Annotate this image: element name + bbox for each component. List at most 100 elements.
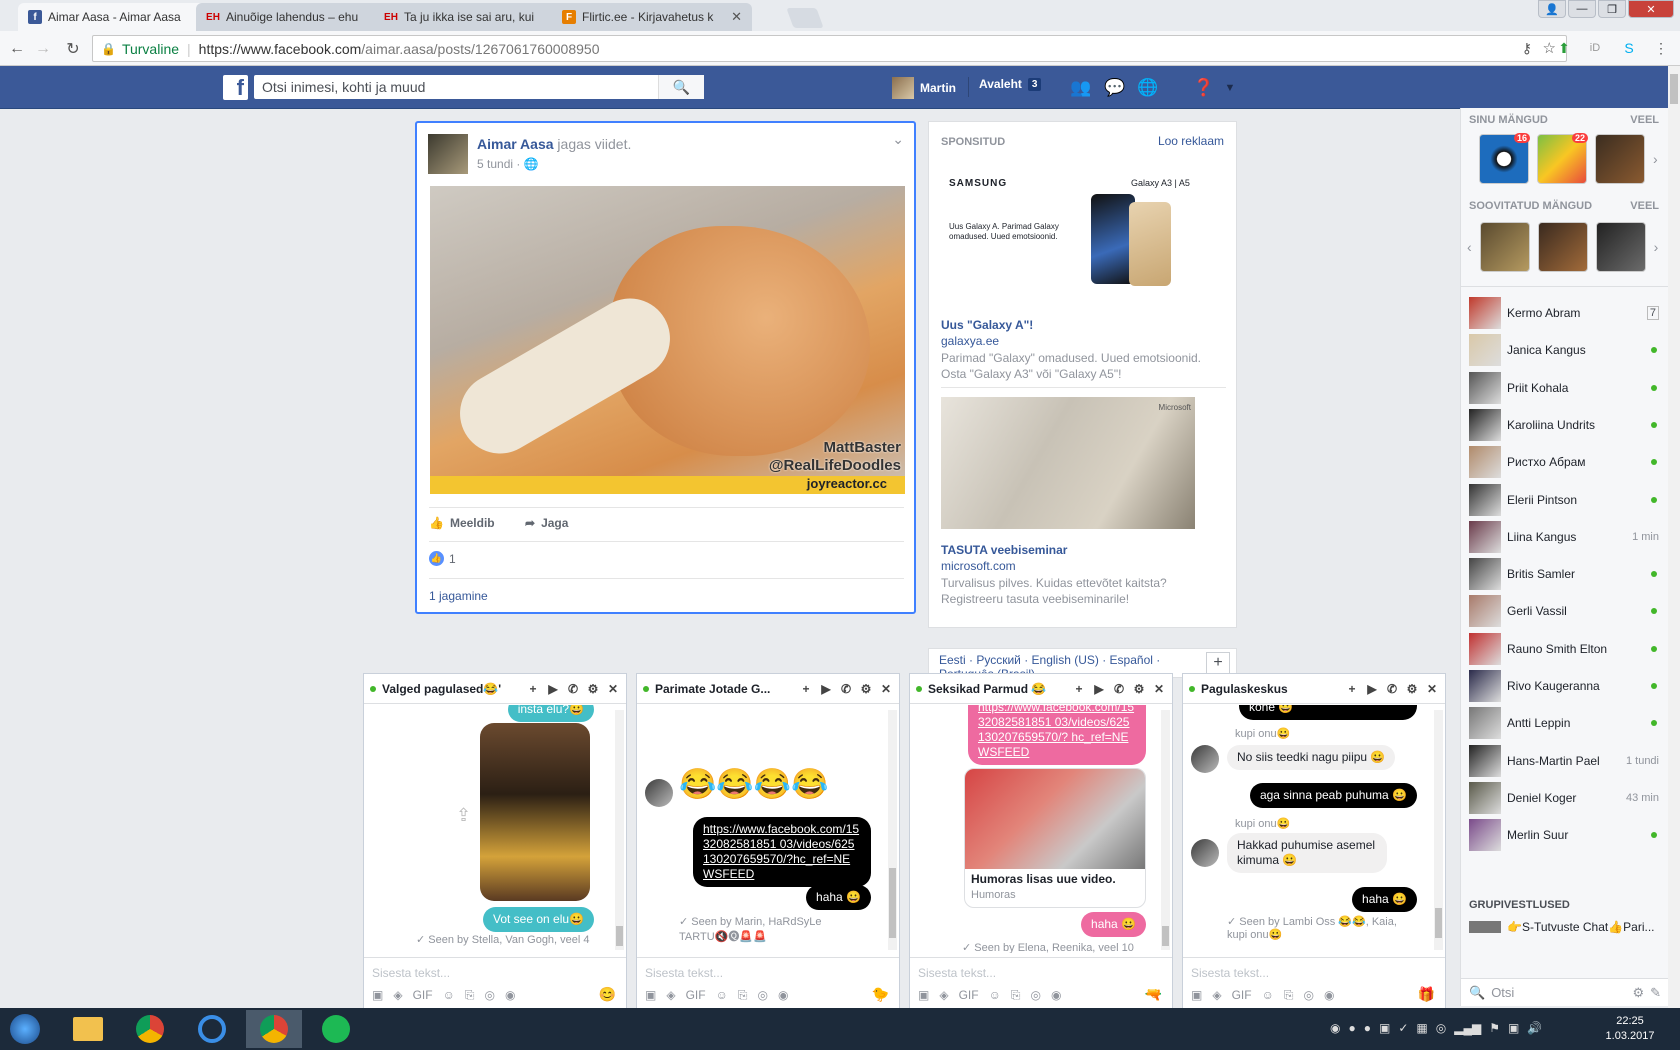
add-language-button[interactable]: + [1206, 652, 1230, 674]
video-call-icon[interactable]: ▶ [1092, 682, 1106, 696]
chat-search[interactable]: 🔍 Otsi ⚙ ✎ [1461, 978, 1669, 1006]
friend-requests-icon[interactable]: 👥 [1070, 77, 1092, 99]
ad-image-microsoft[interactable]: Microsoft [941, 397, 1195, 529]
close-window-button[interactable]: ✕ [1628, 0, 1674, 18]
message-image[interactable] [480, 723, 590, 901]
chat-header[interactable]: Seksikad Parmud 😂 + ▶ ✆ ⚙ ✕ [910, 674, 1172, 704]
chat-title[interactable]: Seksikad Parmud 😂 [928, 682, 1066, 696]
gif-icon[interactable]: GIF [1232, 988, 1252, 1003]
gear-icon[interactable]: ⚙ [1132, 682, 1146, 696]
extension-icon[interactable]: ⬆ [1555, 39, 1573, 57]
close-icon[interactable]: ✕ [879, 682, 893, 696]
friend-item[interactable]: Antti Leppin [1469, 704, 1661, 742]
camera-icon[interactable]: ◉ [1324, 988, 1334, 1003]
add-people-icon[interactable]: + [799, 682, 813, 696]
spotify-taskbar-icon[interactable] [308, 1010, 364, 1048]
messenger-icon[interactable]: 💬 [1104, 77, 1126, 99]
scrollbar-thumb[interactable] [1162, 926, 1169, 946]
chat-input[interactable]: Sisesta tekst... ▣ ◈ GIF ☺ ⎘ ◎ ◉ 😊 [364, 957, 626, 1011]
link-message[interactable]: https://www.facebook.com/1532082581851 0… [693, 817, 871, 887]
attach-icon[interactable]: ⎘ [1011, 988, 1021, 1003]
friend-item[interactable]: Janica Kangus [1469, 331, 1661, 369]
emoji-icon[interactable]: ☺ [443, 988, 455, 1003]
game-icon[interactable]: ◎ [757, 988, 767, 1003]
sticker-icon[interactable]: ◈ [1212, 988, 1221, 1003]
forward-arrow-icon[interactable]: → [32, 38, 54, 60]
emoji-reaction-icon[interactable]: 🎁 [1418, 986, 1435, 1003]
group-chat-item[interactable]: 👉S-Tutvuste Chat👍Pari... [1469, 920, 1654, 934]
ad-title[interactable]: Uus "Galaxy A"! [941, 318, 1033, 332]
key-icon[interactable]: ⚷ [1522, 40, 1532, 57]
ccleaner-taskbar-icon[interactable] [184, 1010, 240, 1048]
like-button[interactable]: 👍 Meeldib [429, 516, 495, 530]
search-input[interactable]: Otsi inimesi, kohti ja muud 🔍 [254, 75, 704, 99]
ad-title[interactable]: TASUTA veebiseminar [941, 543, 1067, 557]
attach-icon[interactable]: ⎘ [465, 988, 475, 1003]
chat-header[interactable]: Pagulaskeskus + ▶ ✆ ⚙ ✕ [1183, 674, 1445, 704]
help-icon[interactable]: ❓ [1193, 77, 1215, 99]
phone-icon[interactable]: ✆ [1112, 682, 1126, 696]
tray-steam-icon[interactable]: ◎ [1436, 1021, 1446, 1035]
chat-input[interactable]: Sisesta tekst... ▣ ◈ GIF ☺ ⎘ ◎ ◉ 🐤 [637, 957, 899, 1011]
tray-spotify-icon[interactable]: ● [1348, 1021, 1355, 1035]
chat-scrollbar[interactable] [1434, 710, 1443, 950]
sticker-icon[interactable]: ◈ [393, 988, 402, 1003]
ad-domain[interactable]: galaxya.ee [941, 334, 999, 348]
account-menu-icon[interactable]: ▼ [1219, 77, 1241, 99]
game-8ball-icon[interactable]: 16 [1479, 133, 1530, 184]
chrome-active-taskbar-icon[interactable] [246, 1010, 302, 1048]
facebook-logo[interactable]: f [223, 75, 248, 100]
attach-icon[interactable]: ⎘ [1284, 988, 1294, 1003]
tray-chrome-icon[interactable]: ● [1364, 1021, 1371, 1035]
friend-item[interactable]: Elerii Pintson [1469, 481, 1661, 519]
game-bubble-icon[interactable]: 22 [1537, 133, 1588, 184]
game-icon[interactable]: ◎ [484, 988, 494, 1003]
gif-icon[interactable]: GIF [959, 988, 979, 1003]
clock[interactable]: 22:25 1.03.2017 [1600, 1014, 1660, 1044]
photo-icon[interactable]: ▣ [645, 988, 656, 1003]
phone-icon[interactable]: ✆ [566, 682, 580, 696]
more-link[interactable]: VEEL [1630, 200, 1659, 212]
tray-icon[interactable]: ▦ [1416, 1021, 1427, 1035]
gif-icon[interactable]: GIF [413, 988, 433, 1003]
chrome-taskbar-icon[interactable] [122, 1010, 178, 1048]
friend-item[interactable]: Rivo Kaugeranna [1469, 667, 1661, 705]
link-message[interactable]: https://www.facebook.com/1532082581851 0… [968, 705, 1146, 765]
chat-scrollbar[interactable] [615, 710, 624, 950]
photo-icon[interactable]: ▣ [372, 988, 383, 1003]
game-icon[interactable]: ◎ [1030, 988, 1040, 1003]
search-icon[interactable]: 🔍 [658, 75, 704, 99]
profile-link[interactable]: Martin [892, 77, 956, 99]
star-icon[interactable]: ☆ [1543, 39, 1556, 57]
friend-item[interactable]: Kermo Abram 7 [1469, 294, 1661, 332]
url-bar[interactable]: 🔒 Turvaline | https://www.facebook.com/a… [92, 35, 1567, 62]
scrollbar-thumb[interactable] [889, 868, 896, 938]
emoji-icon[interactable]: ☺ [716, 988, 728, 1003]
tab-flirtic[interactable]: F Flirtic.ee - Kirjavahetus k ✕ [552, 3, 752, 31]
share-icon[interactable]: ⇪ [456, 805, 471, 826]
emoji-icon[interactable]: ☺ [1262, 988, 1274, 1003]
ad-image-samsung[interactable]: SAMSUNG Galaxy A3 | A5 Uus Galaxy A. Par… [941, 160, 1223, 295]
close-icon[interactable]: ✕ [1152, 682, 1166, 696]
camera-icon[interactable]: ◉ [778, 988, 788, 1003]
back-arrow-icon[interactable]: ← [6, 38, 28, 60]
video-preview-card[interactable]: Humoras lisas uue video. Humoras [964, 768, 1146, 908]
close-icon[interactable]: ✕ [1425, 682, 1439, 696]
create-ad-link[interactable]: Loo reklaam [1158, 134, 1224, 148]
compose-icon[interactable]: ✎ [1650, 985, 1661, 1001]
attach-icon[interactable]: ⎘ [738, 988, 748, 1003]
notifications-globe-icon[interactable]: 🌐 [1137, 77, 1159, 99]
file-explorer-icon[interactable] [60, 1010, 116, 1048]
chat-title[interactable]: Pagulaskeskus [1201, 682, 1339, 696]
chevron-right-icon[interactable]: › [1653, 151, 1658, 167]
sticker-icon[interactable]: ◈ [666, 988, 675, 1003]
photo-icon[interactable]: ▣ [918, 988, 929, 1003]
video-call-icon[interactable]: ▶ [1365, 682, 1379, 696]
close-icon[interactable]: ✕ [606, 682, 620, 696]
game-war-icon[interactable] [1595, 134, 1645, 184]
tray-icon[interactable]: ✓ [1398, 1021, 1408, 1035]
menu-icon[interactable]: ⋮ [1652, 39, 1670, 57]
tab-aimar-aasa[interactable]: f Aimar Aasa - Aimar Aasa ✕ [18, 3, 218, 31]
id-extension-icon[interactable]: iD [1586, 39, 1604, 57]
volume-icon[interactable]: 🔊 [1527, 1021, 1542, 1035]
